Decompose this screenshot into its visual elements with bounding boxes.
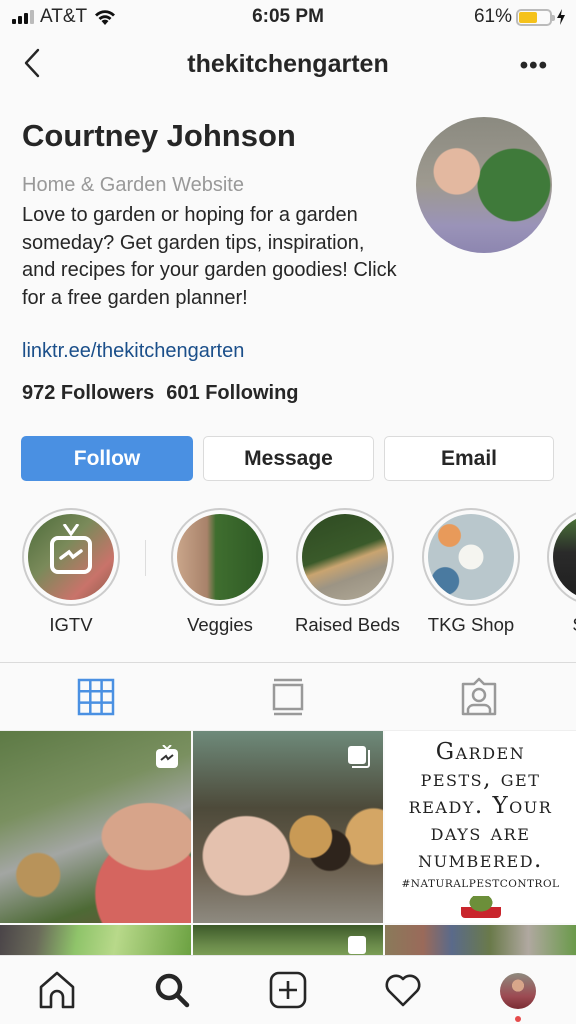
carousel-icon: [348, 746, 370, 768]
message-button[interactable]: Message: [203, 436, 374, 481]
following-count[interactable]: 601 Following: [166, 382, 298, 405]
posts-grid: Garden pests, get ready. Your days are n…: [0, 731, 576, 955]
status-bar: AT&T 6:05 PM 61%: [0, 0, 576, 34]
bottom-nav: [0, 955, 576, 1024]
post-thumbnail[interactable]: [385, 925, 576, 955]
highlight-igtv[interactable]: IGTV: [21, 508, 121, 636]
highlight-label: IGTV: [49, 614, 93, 635]
post-thumbnail[interactable]: Garden pests, get ready. Your days are n…: [385, 731, 576, 923]
highlight-cover: [28, 514, 114, 600]
highlight-tkg-shop[interactable]: TKG Shop: [421, 508, 521, 636]
post-thumbnail[interactable]: [193, 925, 383, 955]
profile-name: Courtney Johnson: [22, 118, 296, 153]
highlight-raised-beds[interactable]: Raised Beds: [295, 508, 400, 636]
highlight-label: TKG Shop: [427, 614, 515, 635]
more-options-button[interactable]: •••: [520, 52, 548, 80]
quote-line: ready. Your: [408, 793, 553, 819]
profile-header: thekitchengarten •••: [0, 38, 576, 92]
quote-line: numbered.: [418, 847, 543, 873]
follow-button[interactable]: Follow: [21, 436, 193, 481]
quote-line: pests, get: [420, 766, 541, 792]
post-thumbnail[interactable]: [0, 925, 191, 955]
post-thumbnail[interactable]: [0, 731, 191, 923]
profile-category: Home & Garden Website: [22, 174, 244, 196]
notification-dot: [515, 1016, 521, 1022]
followers-count[interactable]: 972 Followers: [22, 382, 154, 405]
profile-tab-avatar[interactable]: [500, 973, 536, 1009]
igtv-icon: [156, 745, 178, 768]
igtv-icon: [50, 536, 92, 574]
highlight-cover: [428, 514, 514, 600]
highlight-cover: [553, 514, 576, 600]
battery-icon: [516, 8, 555, 26]
charging-bolt-icon: [557, 9, 565, 25]
igtv-antenna-icon: [62, 524, 80, 536]
profile-link[interactable]: linktr.ee/thekitchengarten: [22, 340, 244, 363]
profile-tabs: [0, 662, 576, 731]
home-icon[interactable]: [37, 970, 77, 1010]
quote-hashtag: #NATURALPESTCONTROL: [401, 878, 560, 890]
brand-logo: [460, 896, 501, 918]
battery-level: [519, 11, 538, 23]
username-title: thekitchengarten: [187, 50, 389, 78]
highlight-label: Veggies: [187, 614, 253, 635]
profile-bio: Love to garden or hoping for a garden so…: [22, 204, 397, 309]
post-thumbnail[interactable]: [193, 731, 383, 923]
highlight-cover: [302, 514, 388, 600]
tab-tagged[interactable]: [459, 677, 499, 717]
tab-feed[interactable]: [268, 677, 308, 717]
carousel-icon: [348, 936, 366, 954]
plus-square-icon[interactable]: [268, 970, 308, 1010]
heart-icon[interactable]: [383, 970, 423, 1010]
highlight-label: Raised Beds: [295, 614, 400, 635]
battery-percent: 61%: [473, 6, 512, 27]
profile-avatar[interactable]: [416, 117, 552, 253]
highlight-divider: [145, 540, 146, 576]
highlight-cover: [177, 514, 263, 600]
email-button[interactable]: Email: [384, 436, 554, 481]
tab-grid[interactable]: [76, 677, 116, 717]
quote-line: days are: [430, 820, 531, 846]
status-right: 61%: [474, 6, 566, 28]
search-icon[interactable]: [152, 970, 192, 1010]
highlight-label: Salad: [546, 614, 576, 636]
quote-line: Garden: [435, 739, 526, 765]
highlight-veggies[interactable]: Veggies: [170, 508, 270, 636]
highlight-salad[interactable]: Salad: [546, 508, 576, 636]
profile-stats: 972 Followers 601 Following: [22, 382, 299, 405]
